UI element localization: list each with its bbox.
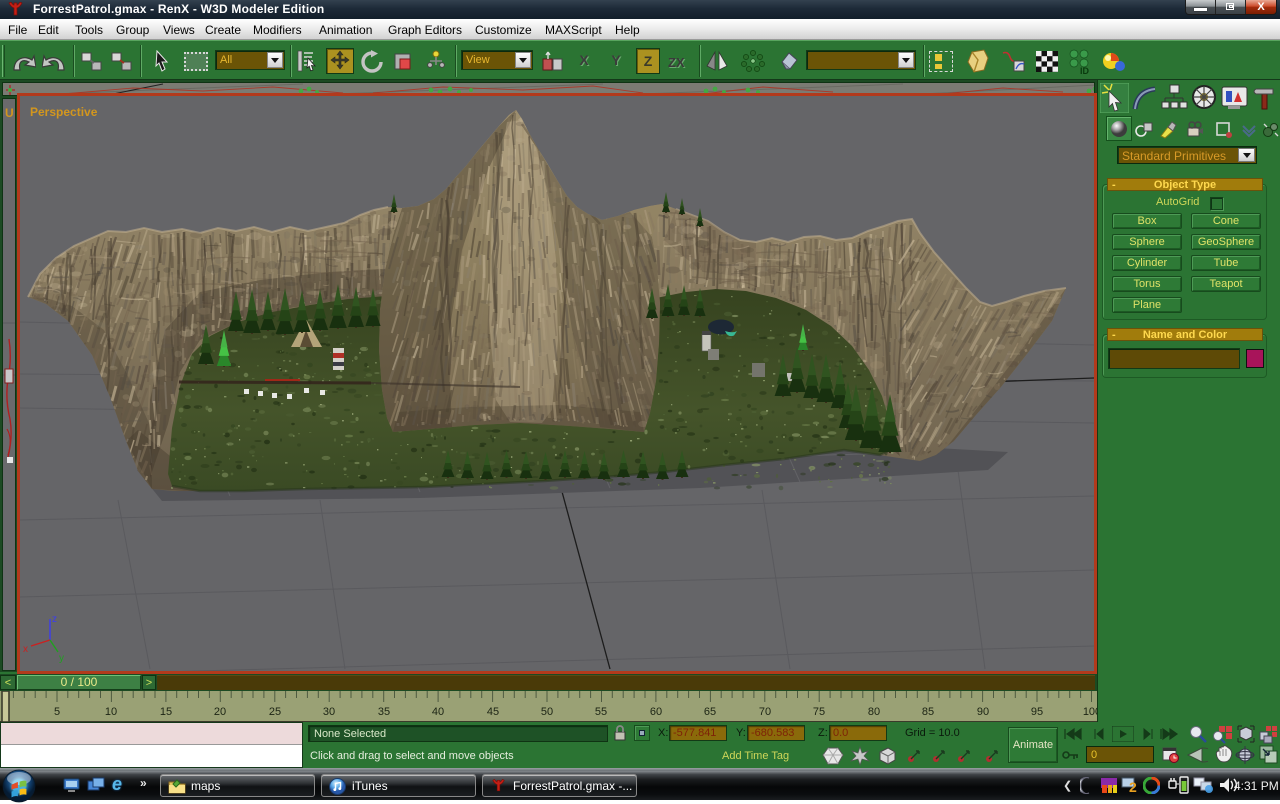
svg-text:100: 100 — [1083, 706, 1097, 718]
svg-text:55: 55 — [595, 706, 607, 718]
svg-text:20: 20 — [214, 706, 226, 718]
svg-text:85: 85 — [922, 706, 934, 718]
svg-text:45: 45 — [487, 706, 499, 718]
svg-text:70: 70 — [759, 706, 771, 718]
svg-text:60: 60 — [650, 706, 662, 718]
svg-text:50: 50 — [541, 706, 553, 718]
svg-text:30: 30 — [323, 706, 335, 718]
svg-text:15: 15 — [160, 706, 172, 718]
svg-text:Perspective: Perspective — [30, 105, 98, 119]
svg-text:y: y — [59, 653, 64, 664]
svg-text:5: 5 — [54, 706, 60, 718]
svg-text:80: 80 — [868, 706, 880, 718]
svg-text:ID: ID — [1080, 66, 1090, 76]
svg-text:35: 35 — [378, 706, 390, 718]
svg-text:U: U — [5, 106, 14, 120]
svg-text:25: 25 — [269, 706, 281, 718]
svg-text:x: x — [23, 644, 28, 655]
svg-text:90: 90 — [977, 706, 989, 718]
svg-text:10: 10 — [105, 706, 117, 718]
svg-text:75: 75 — [813, 706, 825, 718]
svg-text:2: 2 — [1129, 779, 1137, 794]
svg-text:z: z — [52, 614, 57, 625]
svg-text:40: 40 — [432, 706, 444, 718]
svg-text:95: 95 — [1031, 706, 1043, 718]
svg-text:65: 65 — [704, 706, 716, 718]
